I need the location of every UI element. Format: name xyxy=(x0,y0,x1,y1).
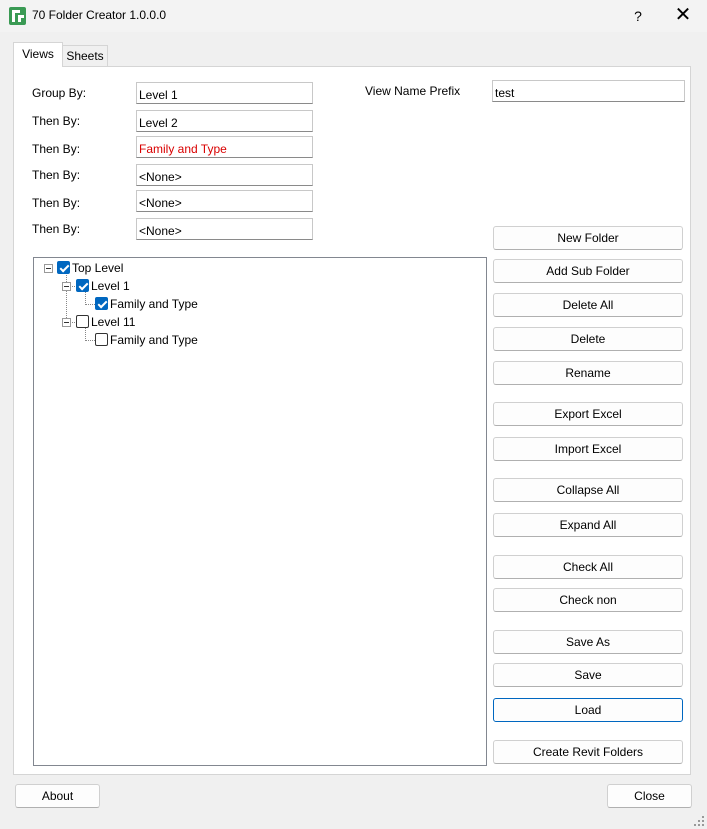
tree-node-checkbox[interactable] xyxy=(76,279,89,292)
view-name-prefix-label: View Name Prefix xyxy=(365,84,461,98)
collapse-icon[interactable] xyxy=(44,264,53,273)
tree-node-checkbox[interactable] xyxy=(95,333,108,346)
tree-node-checkbox[interactable] xyxy=(95,297,108,310)
group-by-field[interactable] xyxy=(136,82,313,104)
import-excel-button[interactable]: Import Excel xyxy=(493,437,683,461)
then-by-field-3[interactable] xyxy=(136,164,313,186)
save-button[interactable]: Save xyxy=(493,663,683,687)
tree-node-checkbox[interactable] xyxy=(76,315,89,328)
folder-tree[interactable]: Top Level Level 1 Family and Type Level … xyxy=(33,257,487,766)
group-by-label: Group By: xyxy=(32,86,87,100)
tree-node-label: Family and Type xyxy=(110,333,198,347)
window-title: 70 Folder Creator 1.0.0.0 xyxy=(32,8,167,22)
then-by-field-5[interactable] xyxy=(136,218,313,240)
rename-button[interactable]: Rename xyxy=(493,361,683,385)
tree-node-label: Level 1 xyxy=(91,279,130,293)
collapse-icon[interactable] xyxy=(62,318,71,327)
app-logo-icon xyxy=(9,7,26,25)
then-by-field-2[interactable] xyxy=(136,136,313,158)
tree-node-label: Level 11 xyxy=(91,315,136,329)
new-folder-button[interactable]: New Folder xyxy=(493,226,683,250)
load-button[interactable]: Load xyxy=(493,698,683,722)
about-button[interactable]: About xyxy=(15,784,100,808)
close-button[interactable]: Close xyxy=(607,784,692,808)
then-by-label-2: Then By: xyxy=(32,142,81,156)
then-by-field-1[interactable] xyxy=(136,110,313,132)
save-as-button[interactable]: Save As xyxy=(493,630,683,654)
add-sub-folder-button[interactable]: Add Sub Folder xyxy=(493,259,683,283)
resize-grip-icon[interactable] xyxy=(694,816,704,826)
title-bar: 70 Folder Creator 1.0.0.0 ? ✕ xyxy=(0,0,707,32)
then-by-label-4: Then By: xyxy=(32,196,81,210)
check-non-button[interactable]: Check non xyxy=(493,588,683,612)
tab-sheets[interactable]: Sheets xyxy=(62,45,108,67)
then-by-label-1: Then By: xyxy=(32,114,81,128)
then-by-field-4[interactable] xyxy=(136,190,313,212)
expand-all-button[interactable]: Expand All xyxy=(493,513,683,537)
then-by-label-5: Then By: xyxy=(32,222,81,236)
then-by-label-3: Then By: xyxy=(32,168,81,182)
delete-all-button[interactable]: Delete All xyxy=(493,293,683,317)
tree-node-label: Top Level xyxy=(72,261,124,275)
export-excel-button[interactable]: Export Excel xyxy=(493,402,683,426)
collapse-all-button[interactable]: Collapse All xyxy=(493,478,683,502)
window-close-button[interactable]: ✕ xyxy=(668,2,698,30)
tree-node-label: Family and Type xyxy=(110,297,198,311)
help-button[interactable]: ? xyxy=(623,2,653,30)
create-revit-folders-button[interactable]: Create Revit Folders xyxy=(493,740,683,764)
check-all-button[interactable]: Check All xyxy=(493,555,683,579)
tree-node-checkbox[interactable] xyxy=(57,261,70,274)
tab-views[interactable]: Views xyxy=(13,42,63,67)
collapse-icon[interactable] xyxy=(62,282,71,291)
view-name-prefix-input[interactable] xyxy=(492,80,685,102)
delete-button[interactable]: Delete xyxy=(493,327,683,351)
